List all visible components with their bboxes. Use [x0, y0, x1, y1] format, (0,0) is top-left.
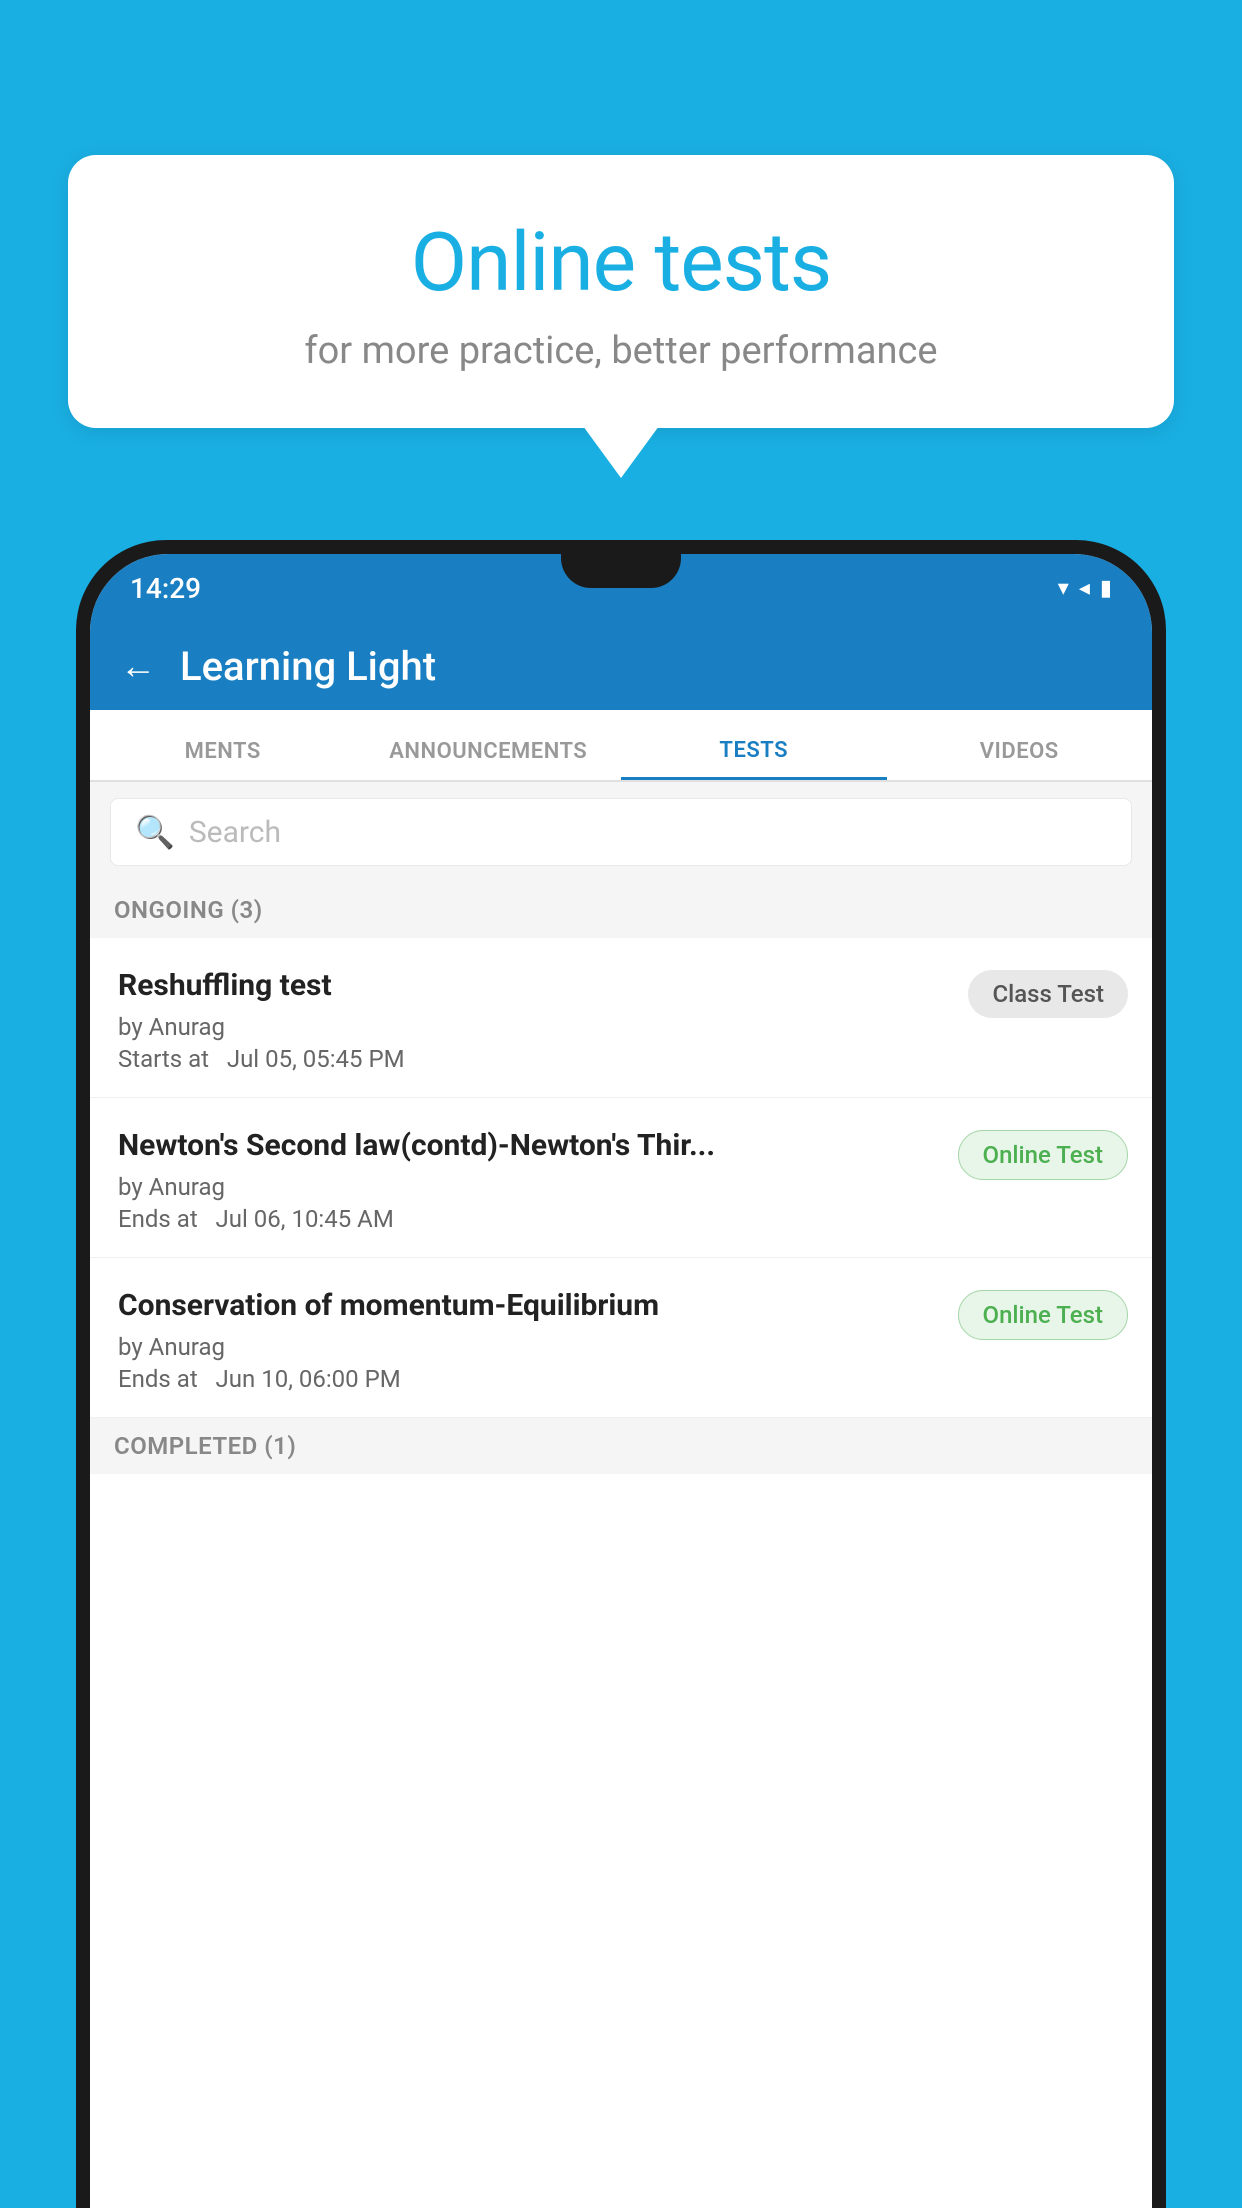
test-name-2: Newton's Second law(contd)-Newton's Thir…	[118, 1126, 942, 1165]
test-item-left-1: Reshuffling test by Anurag Starts at Jul…	[118, 966, 968, 1073]
test-item-newtons[interactable]: Newton's Second law(contd)-Newton's Thir…	[90, 1098, 1152, 1258]
test-author-1: by Anurag	[118, 1013, 952, 1041]
app-title: Learning Light	[180, 643, 436, 690]
test-author-2: by Anurag	[118, 1173, 942, 1201]
tab-tests[interactable]: TESTS	[621, 738, 887, 780]
test-badge-1: Class Test	[968, 970, 1128, 1018]
tabs-bar: MENTS ANNOUNCEMENTS TESTS VIDEOS	[90, 710, 1152, 782]
completed-section-label: COMPLETED (1)	[90, 1418, 1152, 1474]
signal-icon: ◂	[1079, 576, 1090, 601]
tab-ments[interactable]: MENTS	[90, 739, 356, 780]
bubble-subtitle: for more practice, better performance	[128, 329, 1114, 373]
test-date-2: Ends at Jul 06, 10:45 AM	[118, 1205, 942, 1233]
speech-bubble-tail	[583, 426, 659, 478]
search-bar[interactable]: 🔍 Search	[110, 798, 1132, 866]
test-date-3: Ends at Jun 10, 06:00 PM	[118, 1365, 942, 1393]
search-bar-wrapper: 🔍 Search	[90, 782, 1152, 882]
test-badge-3: Online Test	[958, 1290, 1128, 1340]
phone-screen: 14:29 ▾ ◂ ▮ ← Learning Light MENTS ANNOU…	[90, 554, 1152, 2208]
test-item-left-2: Newton's Second law(contd)-Newton's Thir…	[118, 1126, 958, 1233]
search-placeholder: Search	[189, 815, 281, 850]
test-badge-2: Online Test	[958, 1130, 1128, 1180]
phone-mockup: 14:29 ▾ ◂ ▮ ← Learning Light MENTS ANNOU…	[76, 540, 1166, 2208]
ongoing-section-label: ONGOING (3)	[90, 882, 1152, 938]
tab-videos[interactable]: VIDEOS	[887, 739, 1153, 780]
speech-bubble-container: Online tests for more practice, better p…	[68, 155, 1174, 478]
battery-icon: ▮	[1100, 576, 1112, 601]
test-item-left-3: Conservation of momentum-Equilibrium by …	[118, 1286, 958, 1393]
speech-bubble: Online tests for more practice, better p…	[68, 155, 1174, 428]
back-button[interactable]: ←	[120, 645, 156, 687]
test-date-1: Starts at Jul 05, 05:45 PM	[118, 1045, 952, 1073]
test-name-3: Conservation of momentum-Equilibrium	[118, 1286, 942, 1325]
test-item-reshuffling[interactable]: Reshuffling test by Anurag Starts at Jul…	[90, 938, 1152, 1098]
tab-announcements[interactable]: ANNOUNCEMENTS	[356, 739, 622, 780]
test-author-3: by Anurag	[118, 1333, 942, 1361]
status-time: 14:29	[130, 572, 201, 605]
status-icons: ▾ ◂ ▮	[1058, 576, 1112, 601]
bubble-title: Online tests	[128, 215, 1114, 311]
app-header: ← Learning Light	[90, 622, 1152, 710]
phone-notch	[561, 554, 681, 588]
wifi-icon: ▾	[1058, 576, 1069, 601]
test-item-conservation[interactable]: Conservation of momentum-Equilibrium by …	[90, 1258, 1152, 1418]
test-name-1: Reshuffling test	[118, 966, 952, 1005]
search-icon: 🔍	[135, 813, 175, 851]
